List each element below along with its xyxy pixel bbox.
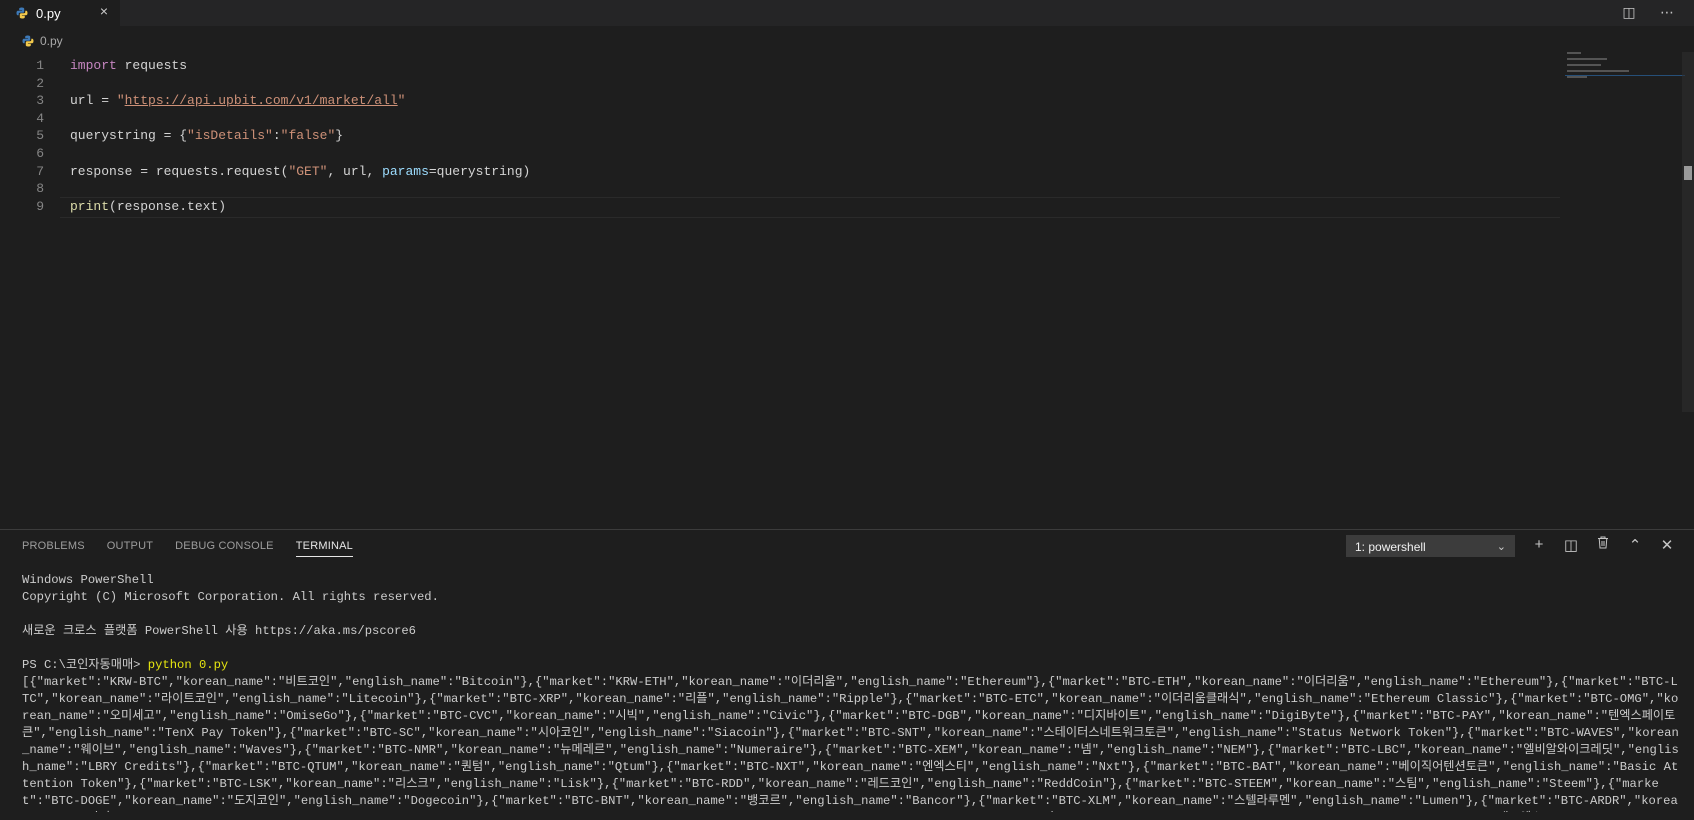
code-token: (response.text)	[109, 198, 227, 214]
minimap[interactable]	[1565, 52, 1685, 112]
code-token: https://api.upbit.com/v1/market/all	[124, 93, 398, 109]
code-line[interactable]: 3 url = "https://api.upbit.com/v1/market/…	[0, 91, 1500, 110]
tab-problems[interactable]: PROBLEMS	[22, 540, 85, 557]
code-token: requests	[116, 58, 188, 73]
code-text: import requests	[70, 56, 187, 75]
line-number: 1	[36, 58, 44, 73]
breadcrumb-filename: 0.py	[40, 34, 63, 48]
close-tab-icon[interactable]: ×	[100, 3, 108, 19]
code-token: , url,	[327, 163, 383, 179]
split-terminal-icon[interactable]: ◫	[1562, 536, 1580, 554]
tab-label: 0.py	[36, 5, 61, 21]
trash-icon[interactable]	[1594, 536, 1612, 554]
new-terminal-icon[interactable]: +	[1530, 536, 1548, 554]
code-token: url =	[70, 93, 117, 109]
tab-output[interactable]: OUTPUT	[107, 540, 153, 557]
code-text: url = "https://api.upbit.com/v1/market/a…	[70, 91, 405, 110]
code-line[interactable]: 4	[0, 109, 1500, 128]
code-line[interactable]: 9 print(response.text)	[0, 197, 1500, 216]
terminal-select[interactable]: 1: powershell ⌄	[1346, 535, 1515, 557]
code-token: "false"	[280, 128, 336, 144]
code-token: "GET"	[288, 163, 328, 179]
line-number: 7	[36, 163, 44, 179]
code-token: response = requests.request(	[70, 163, 289, 179]
line-number: 6	[36, 146, 44, 161]
code-line[interactable]: 6	[0, 144, 1500, 163]
code-token: =querystring)	[428, 163, 531, 179]
code-token: querystring = {	[70, 128, 188, 144]
code-line[interactable]: 1 import requests	[0, 56, 1500, 75]
code-text: querystring = {"isDetails":"false"}	[70, 126, 343, 145]
code-token: "	[397, 93, 406, 109]
editor-tab-bar: 0.py × ◫ ⋯	[0, 0, 1694, 26]
python-file-icon	[16, 7, 28, 19]
maximize-panel-icon[interactable]: ⌃	[1626, 536, 1644, 554]
terminal-select-value: 1: powershell	[1355, 540, 1426, 554]
line-number: 2	[36, 75, 44, 91]
code-token: import	[70, 58, 117, 73]
terminal-output[interactable]: Windows PowerShell Copyright (C) Microso…	[22, 572, 1682, 812]
bottom-panel: PROBLEMS OUTPUT DEBUG CONSOLE TERMINAL 1: p…	[0, 529, 1694, 820]
code-token: params	[382, 163, 429, 179]
code-token: print	[70, 198, 110, 214]
editor-actions: ◫ ⋯	[1620, 4, 1676, 21]
scrollbar-marker	[1684, 166, 1692, 180]
terminal-line: Copyright (C) Microsoft Corporation. All…	[22, 590, 439, 604]
line-number: 9	[36, 198, 44, 214]
terminal-prompt: PS C:\코인자동매매>	[22, 658, 148, 672]
code-text: response = requests.request("GET", url, …	[70, 162, 530, 181]
tab-debug-console[interactable]: DEBUG CONSOLE	[175, 540, 274, 557]
line-number: 4	[36, 110, 44, 126]
breadcrumb[interactable]: 0.py	[22, 32, 63, 50]
code-token: "	[116, 93, 125, 109]
tab-terminal[interactable]: TERMINAL	[295, 540, 353, 557]
code-line[interactable]: 5 querystring = {"isDetails":"false"}	[0, 126, 1500, 145]
panel-tabs: PROBLEMS OUTPUT DEBUG CONSOLE TERMINAL	[22, 540, 353, 557]
python-file-icon	[22, 35, 34, 47]
line-number: 8	[36, 181, 44, 197]
code-token: "isDetails"	[187, 128, 273, 144]
terminal-json-output: [{"market":"KRW-BTC","korean_name":"비트코인…	[22, 675, 1681, 812]
code-token: }	[335, 128, 344, 144]
close-panel-icon[interactable]: ✕	[1658, 536, 1676, 554]
code-line[interactable]: 2	[0, 74, 1500, 93]
tab-0-py[interactable]: 0.py ×	[0, 0, 120, 26]
terminal-line: Windows PowerShell	[22, 573, 154, 587]
editor-scrollbar[interactable]	[1682, 52, 1694, 412]
code-text: print(response.text)	[70, 197, 226, 216]
more-actions-icon[interactable]: ⋯	[1658, 4, 1676, 21]
panel-actions: + ◫ ⌃ ✕	[1530, 536, 1676, 554]
terminal-command: python 0.py	[147, 658, 229, 672]
terminal-line: 새로운 크로스 플랫폼 PowerShell 사용 https://aka.ms…	[22, 624, 416, 638]
code-line[interactable]: 7 response = requests.request("GET", url,…	[0, 162, 1500, 181]
chevron-down-icon: ⌄	[1496, 541, 1506, 553]
code-line[interactable]: 8	[0, 179, 1500, 198]
code-editor[interactable]: 1 import requests 2 3 url = "https://api.upb…	[0, 52, 1560, 524]
line-number: 5	[36, 128, 44, 144]
line-number: 3	[36, 93, 44, 109]
terminal-prompt-line: PS C:\코인자동매매> python 0.py	[22, 657, 1682, 674]
split-editor-icon[interactable]: ◫	[1620, 4, 1638, 21]
code-token: :	[272, 128, 281, 144]
